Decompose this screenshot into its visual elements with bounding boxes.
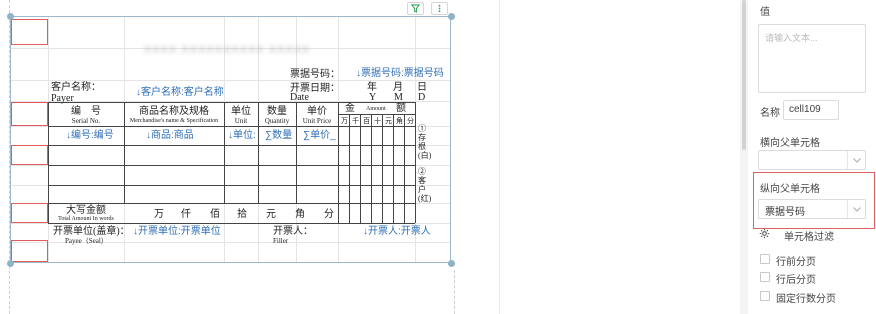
panel-gutter	[500, 0, 540, 314]
value-label: 值	[760, 7, 770, 18]
value-textarea[interactable]: 请输入文本...	[758, 24, 866, 93]
more-button[interactable]	[431, 2, 448, 15]
h-parent-select[interactable]	[758, 150, 866, 170]
selection-frame[interactable]	[10, 16, 451, 263]
v-parent-select[interactable]: 票据号码	[758, 199, 866, 219]
filter-button[interactable]	[407, 2, 424, 15]
panel-scrollbar-thumb[interactable]	[742, 0, 746, 150]
name-input[interactable]: cell109	[783, 100, 839, 120]
chevron-down-icon	[847, 200, 865, 218]
resize-handle[interactable]	[448, 260, 455, 267]
name-value: cell109	[789, 104, 821, 115]
resize-handle[interactable]	[448, 13, 455, 20]
page-break-after-checkbox[interactable]	[760, 272, 770, 282]
h-parent-label: 横向父单元格	[760, 138, 820, 149]
resize-handle[interactable]	[7, 13, 14, 20]
page-break-before-checkbox[interactable]	[760, 254, 770, 264]
v-parent-value: 票据号码	[765, 207, 805, 218]
page-break-after-label: 行后分页	[776, 275, 816, 286]
resize-handle[interactable]	[7, 260, 14, 267]
gear-icon[interactable]	[759, 228, 770, 242]
filter-icon	[411, 4, 420, 13]
chevron-down-icon	[847, 151, 865, 169]
name-label: 名称	[760, 108, 780, 119]
value-placeholder: 请输入文本...	[765, 33, 818, 43]
cell-filter-link[interactable]: 单元格过滤	[784, 228, 834, 243]
v-parent-label: 纵向父单元格	[760, 184, 820, 195]
guide-line	[454, 270, 455, 314]
page-break-before-label: 行前分页	[776, 257, 816, 268]
fixed-rows-paging-checkbox[interactable]	[760, 291, 770, 301]
report-canvas[interactable]: XXXX XXXXXXXXXX XXXXX 票据号码： ↓票据号码:票据号码 客…	[0, 0, 500, 314]
fixed-rows-paging-label: 固定行数分页	[776, 294, 836, 305]
more-vertical-icon	[438, 4, 441, 13]
